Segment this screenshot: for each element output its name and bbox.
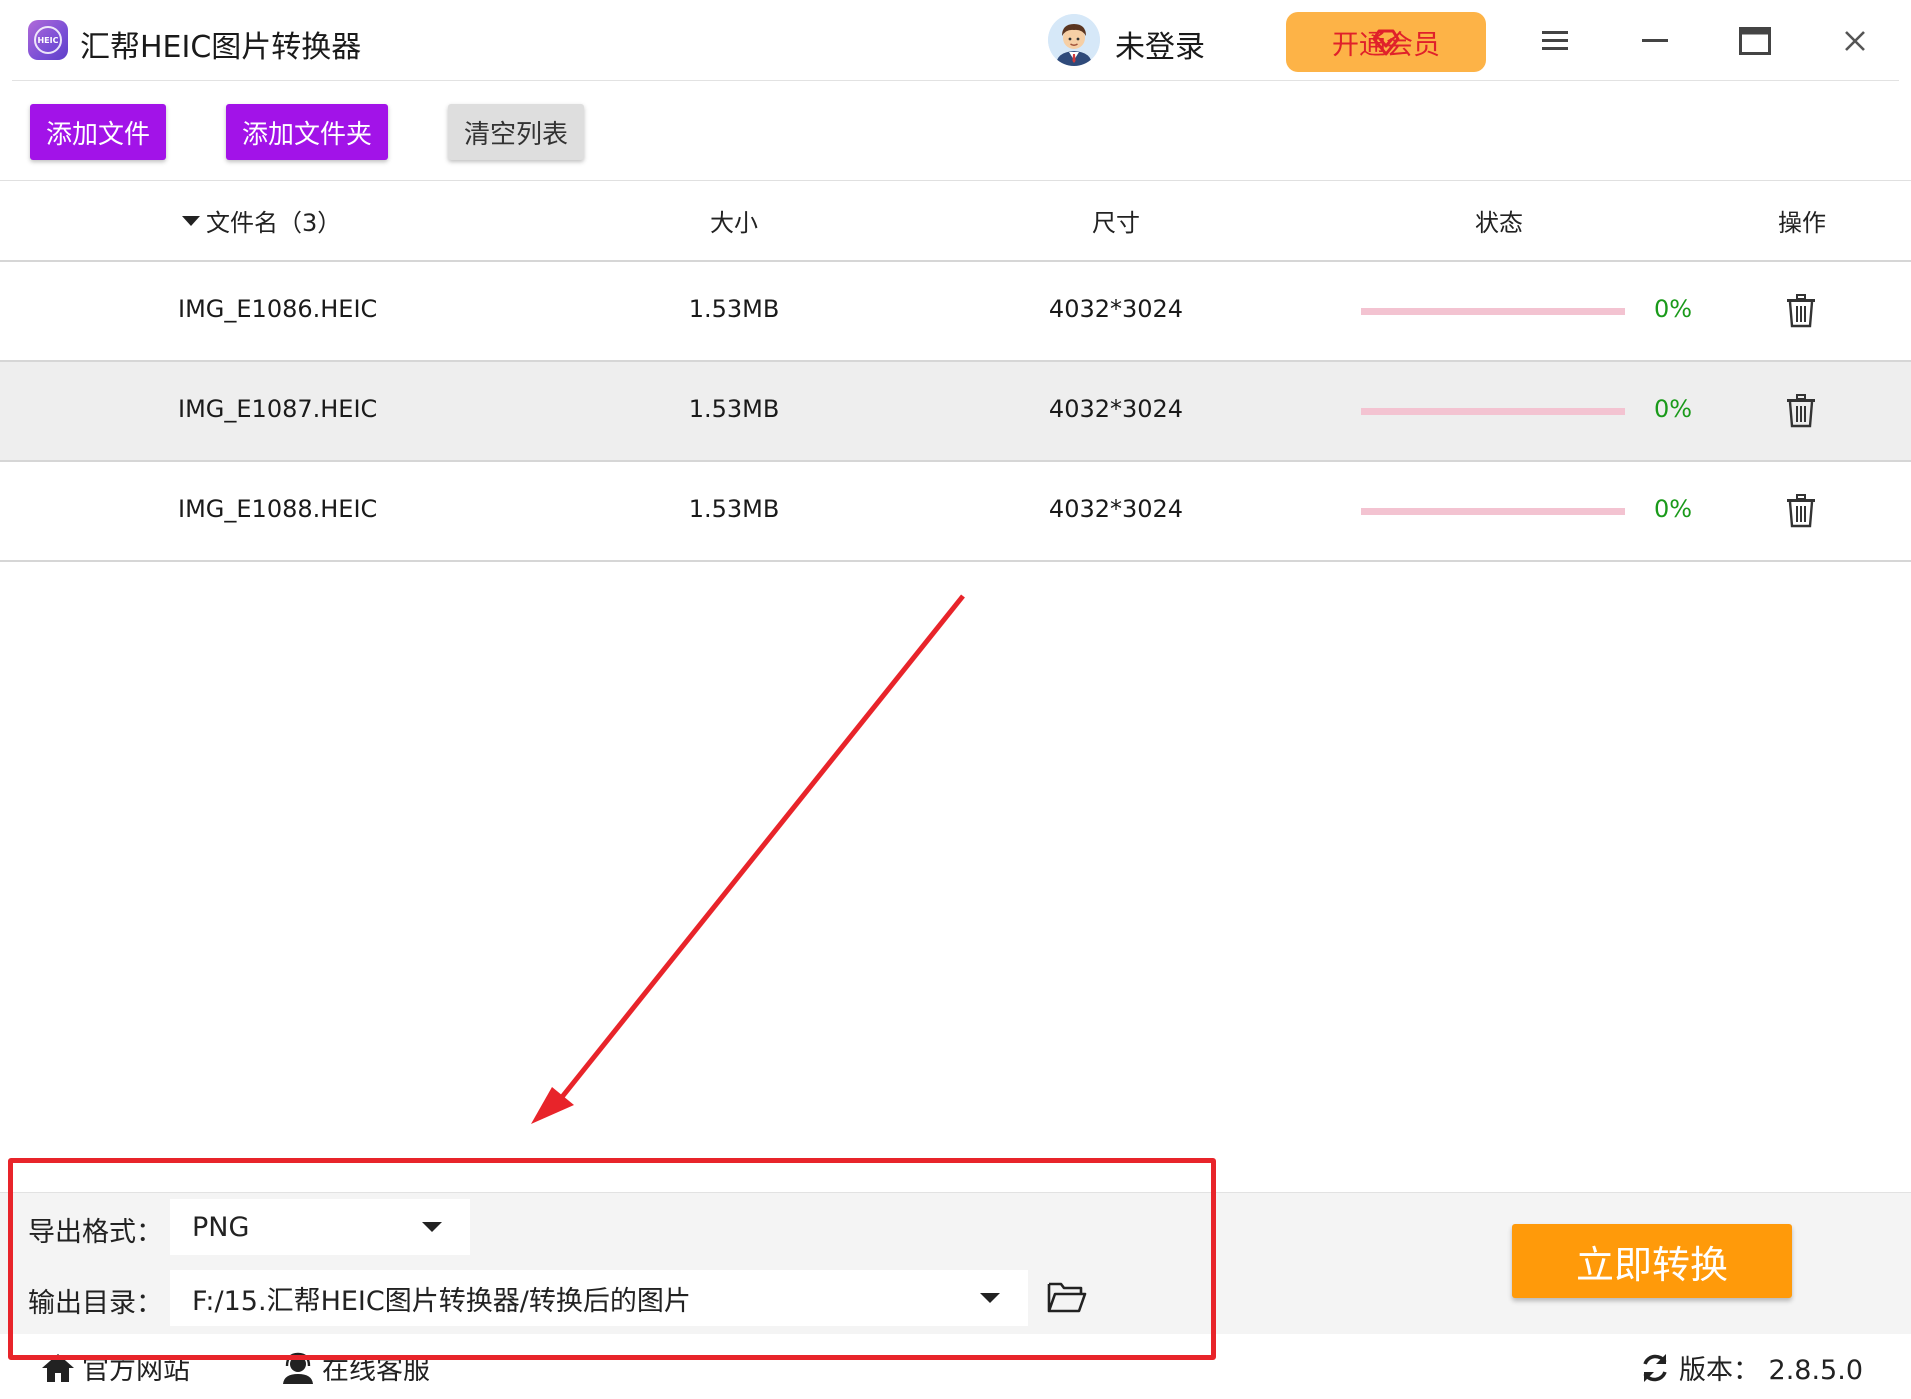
table-header: 文件名（3） 大小 尺寸 状态 操作 [0,181,1911,261]
progress-percent: 0% [1654,395,1693,423]
add-file-button[interactable]: 添加文件 [30,104,166,160]
table-row[interactable]: IMG_E1088.HEIC 1.53MB 4032*3024 0% [0,462,1911,560]
filename-header-label: 文件名（3） [206,209,342,237]
vip-button[interactable]: 开通会员 [1286,12,1486,72]
filename-header[interactable]: 文件名（3） [182,203,341,238]
status-header: 状态 [1475,209,1523,237]
app-logo-icon: HEIC [28,20,68,60]
app-logo-text: HEIC [34,26,62,54]
website-label: 官方网站 [82,1355,190,1386]
progress-bar [1361,508,1625,515]
action-header: 操作 [1778,209,1826,237]
output-dir-select[interactable]: F:/15.汇帮HEIC图片转换器/转换后的图片 [170,1270,1028,1326]
progress-bar [1361,408,1625,415]
convert-button[interactable]: 立即转换 [1512,1224,1792,1298]
trash-icon[interactable] [1786,294,1816,328]
file-dimensions: 4032*3024 [1048,395,1184,423]
table-row[interactable]: IMG_E1086.HEIC 1.53MB 4032*3024 0% [0,262,1911,360]
minimize-icon[interactable] [1630,16,1680,66]
home-icon [42,1353,74,1382]
file-size: 1.53MB [688,395,780,423]
support-link[interactable]: 在线客服 [280,1348,430,1387]
title-bar: HEIC 汇帮HEIC图片转换器 未登录 开通会员 [0,0,1911,82]
headset-icon [283,1352,313,1384]
vip-label: 开通会员 [1332,29,1440,61]
format-value: PNG [192,1211,250,1243]
version-label: 版本： 2.8.5.0 [1678,1355,1863,1386]
avatar-icon[interactable] [1048,14,1100,66]
file-name: IMG_E1088.HEIC [178,495,378,523]
menu-icon[interactable] [1530,16,1580,66]
dimensions-header: 尺寸 [1092,209,1140,237]
dropdown-caret-icon [980,1293,1000,1303]
size-header: 大小 [710,209,758,237]
progress-bar [1361,308,1625,315]
file-dimensions: 4032*3024 [1048,295,1184,323]
file-size: 1.53MB [688,495,780,523]
file-name: IMG_E1087.HEIC [178,395,378,423]
folder-open-icon[interactable] [1047,1280,1087,1314]
trash-icon[interactable] [1786,494,1816,528]
file-size: 1.53MB [688,295,780,323]
footer: 官方网站 在线客服 版本： 2.8.5.0 [0,1334,1911,1399]
title-divider [12,80,1899,81]
table-row[interactable]: IMG_E1087.HEIC 1.53MB 4032*3024 0% [0,362,1911,460]
website-link[interactable]: 官方网站 [40,1348,190,1387]
row-divider [0,560,1911,562]
sort-caret-icon [182,215,200,226]
progress-percent: 0% [1654,495,1693,523]
trash-icon[interactable] [1786,394,1816,428]
add-folder-button[interactable]: 添加文件夹 [226,104,388,160]
clear-list-button[interactable]: 清空列表 [448,104,584,160]
format-select[interactable]: PNG [170,1199,470,1255]
file-name: IMG_E1086.HEIC [178,295,378,323]
close-icon[interactable] [1830,16,1880,66]
version-info: 版本： 2.8.5.0 [1639,1348,1863,1387]
maximize-icon[interactable] [1730,16,1780,66]
support-label: 在线客服 [322,1355,430,1386]
progress-percent: 0% [1654,295,1693,323]
output-dir-value: F:/15.汇帮HEIC图片转换器/转换后的图片 [192,1285,691,1317]
format-label: 导出格式： [28,1217,163,1248]
login-status[interactable]: 未登录 [1115,22,1205,66]
dropdown-caret-icon [422,1222,442,1232]
file-dimensions: 4032*3024 [1048,495,1184,523]
app-title: 汇帮HEIC图片转换器 [80,30,362,65]
refresh-icon [1643,1353,1667,1382]
output-label: 输出目录： [28,1288,163,1319]
